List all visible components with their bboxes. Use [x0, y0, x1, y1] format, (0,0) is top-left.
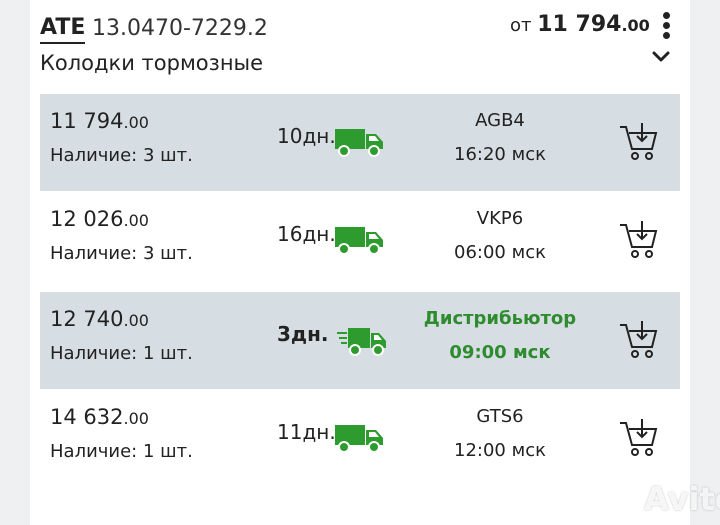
add-to-cart-icon[interactable] [618, 319, 658, 361]
supplier-code: GTS6 [476, 406, 524, 427]
min-price: от 11 794.00 [510, 12, 650, 37]
supplier-code: Дистрибьютор [423, 308, 577, 329]
offer-price: 14 632.00 [50, 405, 149, 429]
supplier-code: VKP6 [476, 208, 524, 229]
supplier-time: 12:00 мск [454, 440, 546, 461]
supplier-time: 16:20 мск [454, 144, 546, 165]
article-number: 13.0470-7229.2 [92, 16, 268, 41]
min-price-cents: .00 [621, 16, 650, 35]
truck-icon [335, 129, 383, 157]
delivery-days: 16дн. [277, 222, 336, 246]
offer-stock: Наличие: 1 шт. [50, 343, 193, 364]
offer-price: 12 026.00 [50, 207, 149, 231]
add-to-cart-icon[interactable] [618, 417, 658, 459]
offer-stock: Наличие: 1 шт. [50, 441, 193, 462]
supplier-code: AGB4 [475, 110, 525, 131]
offer-row[interactable]: 14 632.00 Наличие: 1 шт. 11дн. GTS6 12:0… [40, 390, 680, 487]
add-to-cart-icon[interactable] [618, 121, 658, 163]
offer-row[interactable]: 11 794.00 Наличие: 3 шт. 10дн. AGB4 16:2… [40, 94, 680, 191]
offer-price: 12 740.00 [50, 307, 149, 331]
kebab-menu-icon[interactable] [660, 12, 672, 40]
supplier-time: 09:00 мск [449, 342, 551, 363]
avito-logo-icon [616, 489, 638, 511]
avito-watermark: Avito [644, 480, 720, 518]
truck-icon [335, 425, 383, 453]
offer-stock: Наличие: 3 шт. [50, 243, 193, 264]
min-price-main: 11 794 [537, 12, 622, 37]
fast-truck-icon [337, 328, 386, 356]
delivery-days: 11дн. [277, 420, 336, 444]
offer-stock: Наличие: 3 шт. [50, 145, 193, 166]
product-title: Колодки тормозные [40, 51, 264, 75]
offer-price: 11 794.00 [50, 109, 149, 133]
add-to-cart-icon[interactable] [618, 219, 658, 261]
chevron-down-icon[interactable] [651, 50, 671, 64]
supplier-time: 06:00 мск [454, 242, 546, 263]
brand-link[interactable]: ATE [40, 15, 86, 44]
product-card: ATE 13.0470-7229.2 Колодки тормозные от … [30, 0, 690, 525]
delivery-days: 10дн. [277, 124, 336, 148]
delivery-days: 3дн. [277, 322, 329, 346]
truck-icon [335, 227, 383, 255]
price-prefix: от [510, 15, 532, 36]
product-header: ATE 13.0470-7229.2 Колодки тормозные от … [30, 0, 690, 92]
offer-row[interactable]: 12 026.00 Наличие: 3 шт. 16дн. VKP6 06:0… [40, 192, 680, 289]
offer-row[interactable]: 12 740.00 Наличие: 1 шт. 3дн. Дистрибьют… [40, 292, 680, 389]
